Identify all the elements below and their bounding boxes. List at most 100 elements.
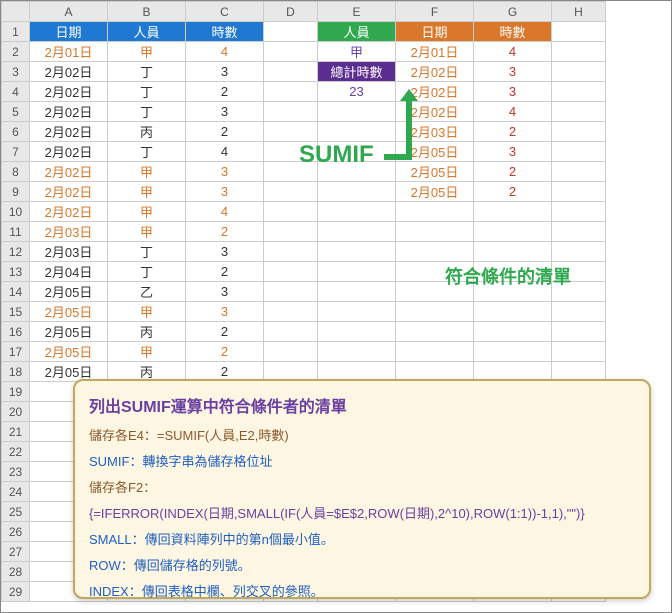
cell[interactable]: 4 bbox=[186, 202, 264, 222]
cell[interactable]: 3 bbox=[474, 142, 552, 162]
row-header[interactable]: 7 bbox=[2, 142, 30, 162]
cell[interactable]: 2月02日 bbox=[30, 142, 108, 162]
cell[interactable]: 丙 bbox=[108, 122, 186, 142]
cell[interactable]: 2月05日 bbox=[30, 302, 108, 322]
cell[interactable]: 4 bbox=[186, 42, 264, 62]
row-header[interactable]: 14 bbox=[2, 282, 30, 302]
cell[interactable]: 人員 bbox=[108, 22, 186, 42]
row-header[interactable]: 29 bbox=[2, 582, 30, 602]
row-header[interactable]: 2 bbox=[2, 42, 30, 62]
cell[interactable] bbox=[318, 302, 396, 322]
cell[interactable]: 2月03日 bbox=[30, 222, 108, 242]
cell[interactable] bbox=[264, 22, 318, 42]
cell[interactable]: 3 bbox=[186, 182, 264, 202]
cell[interactable]: 甲 bbox=[108, 182, 186, 202]
row-header[interactable]: 21 bbox=[2, 422, 30, 442]
cell[interactable] bbox=[318, 242, 396, 262]
cell[interactable] bbox=[552, 62, 606, 82]
cell[interactable]: 2 bbox=[474, 122, 552, 142]
cell[interactable] bbox=[318, 202, 396, 222]
cell[interactable] bbox=[264, 202, 318, 222]
cell[interactable]: 2月01日 bbox=[30, 42, 108, 62]
cell[interactable]: 4 bbox=[474, 42, 552, 62]
cell[interactable] bbox=[396, 242, 474, 262]
cell[interactable]: 甲 bbox=[318, 42, 396, 62]
row-header[interactable]: 27 bbox=[2, 542, 30, 562]
cell[interactable] bbox=[318, 322, 396, 342]
cell[interactable]: 2月02日 bbox=[30, 182, 108, 202]
cell[interactable]: 日期 bbox=[396, 22, 474, 42]
cell[interactable] bbox=[318, 182, 396, 202]
col-header[interactable]: A bbox=[30, 2, 108, 22]
cell[interactable] bbox=[552, 302, 606, 322]
col-header[interactable]: D bbox=[264, 2, 318, 22]
cell[interactable] bbox=[552, 182, 606, 202]
cell[interactable] bbox=[396, 342, 474, 362]
cell[interactable]: 丁 bbox=[108, 242, 186, 262]
row-header[interactable]: 3 bbox=[2, 62, 30, 82]
cell[interactable] bbox=[264, 342, 318, 362]
row-header[interactable]: 25 bbox=[2, 502, 30, 522]
cell[interactable] bbox=[264, 102, 318, 122]
cell[interactable] bbox=[264, 62, 318, 82]
cell[interactable] bbox=[396, 302, 474, 322]
cell[interactable]: 2月05日 bbox=[396, 162, 474, 182]
row-header[interactable]: 6 bbox=[2, 122, 30, 142]
cell[interactable]: 甲 bbox=[108, 42, 186, 62]
col-header[interactable]: C bbox=[186, 2, 264, 22]
cell[interactable]: 2月02日 bbox=[30, 62, 108, 82]
cell[interactable] bbox=[552, 322, 606, 342]
col-header[interactable]: G bbox=[474, 2, 552, 22]
cell[interactable]: 3 bbox=[186, 102, 264, 122]
cell[interactable]: 2月02日 bbox=[30, 202, 108, 222]
cell[interactable]: 2 bbox=[186, 122, 264, 142]
cell[interactable]: 丁 bbox=[108, 62, 186, 82]
col-header[interactable]: F bbox=[396, 2, 474, 22]
row-header[interactable]: 18 bbox=[2, 362, 30, 382]
cell[interactable]: 日期 bbox=[30, 22, 108, 42]
cell[interactable] bbox=[474, 342, 552, 362]
cell[interactable]: 2月02日 bbox=[30, 102, 108, 122]
cell[interactable] bbox=[318, 262, 396, 282]
row-header[interactable]: 5 bbox=[2, 102, 30, 122]
row-header[interactable]: 24 bbox=[2, 482, 30, 502]
cell[interactable] bbox=[552, 142, 606, 162]
cell[interactable]: 2 bbox=[474, 162, 552, 182]
cell[interactable]: 3 bbox=[474, 62, 552, 82]
row-header[interactable]: 15 bbox=[2, 302, 30, 322]
row-header[interactable]: 12 bbox=[2, 242, 30, 262]
cell[interactable]: 丁 bbox=[108, 102, 186, 122]
cell[interactable]: 4 bbox=[186, 142, 264, 162]
corner-cell[interactable] bbox=[2, 2, 30, 22]
col-header[interactable]: B bbox=[108, 2, 186, 22]
cell[interactable]: 時數 bbox=[474, 22, 552, 42]
col-header[interactable]: H bbox=[552, 2, 606, 22]
cell[interactable] bbox=[318, 222, 396, 242]
cell[interactable]: 2 bbox=[186, 322, 264, 342]
cell[interactable]: 3 bbox=[474, 82, 552, 102]
row-header[interactable]: 26 bbox=[2, 522, 30, 542]
cell[interactable] bbox=[264, 262, 318, 282]
cell[interactable]: 丁 bbox=[108, 82, 186, 102]
cell[interactable] bbox=[264, 82, 318, 102]
cell[interactable]: 2月02日 bbox=[30, 82, 108, 102]
cell[interactable] bbox=[552, 22, 606, 42]
row-header[interactable]: 11 bbox=[2, 222, 30, 242]
cell[interactable]: 2月01日 bbox=[396, 42, 474, 62]
cell[interactable]: 人員 bbox=[318, 22, 396, 42]
cell[interactable]: 2月05日 bbox=[396, 182, 474, 202]
cell[interactable] bbox=[264, 42, 318, 62]
cell[interactable] bbox=[264, 122, 318, 142]
cell[interactable] bbox=[264, 242, 318, 262]
cell[interactable]: 甲 bbox=[108, 222, 186, 242]
cell[interactable] bbox=[474, 322, 552, 342]
cell[interactable]: 時數 bbox=[186, 22, 264, 42]
cell[interactable] bbox=[474, 202, 552, 222]
cell[interactable] bbox=[552, 222, 606, 242]
cell[interactable] bbox=[552, 102, 606, 122]
cell[interactable]: 2月05日 bbox=[30, 322, 108, 342]
cell[interactable]: 4 bbox=[474, 102, 552, 122]
cell[interactable]: 2月05日 bbox=[30, 282, 108, 302]
cell[interactable]: 2 bbox=[186, 82, 264, 102]
col-header[interactable]: E bbox=[318, 2, 396, 22]
